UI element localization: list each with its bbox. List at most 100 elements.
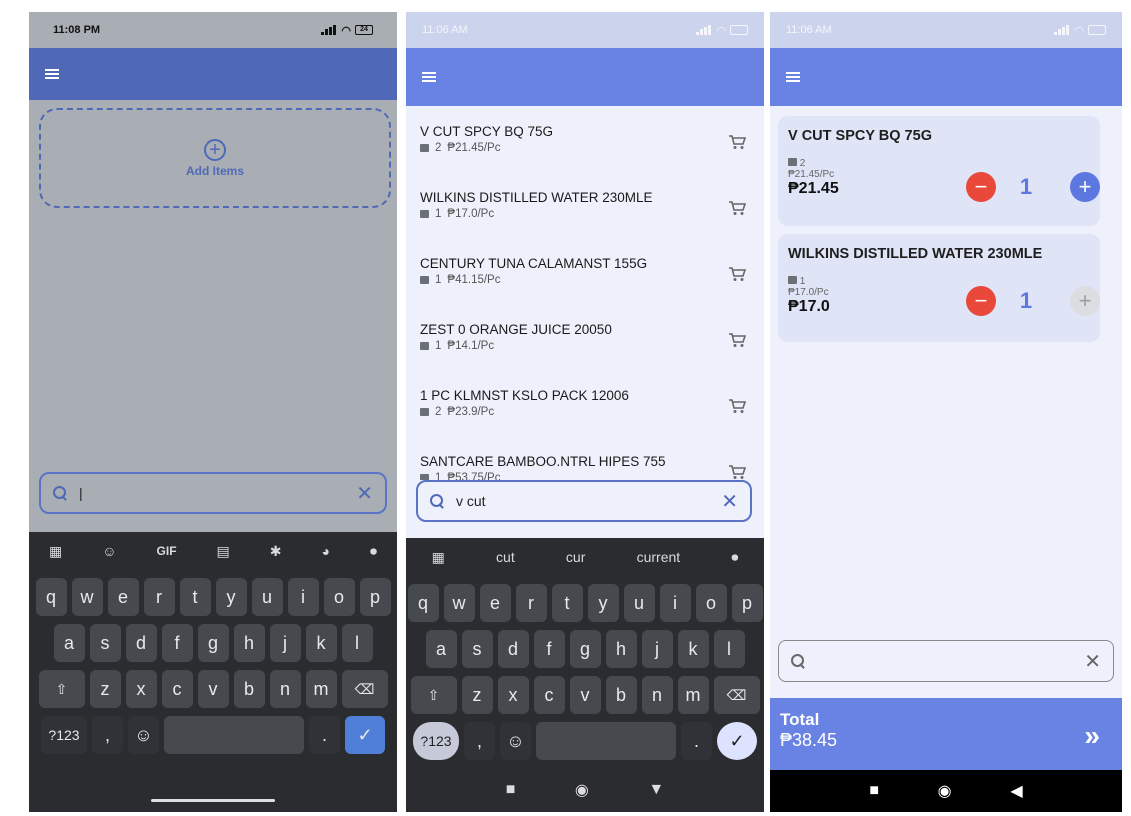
shift-key[interactable]: ⇧	[410, 676, 457, 714]
key[interactable]: k	[305, 624, 337, 662]
key[interactable]: g	[197, 624, 229, 662]
key[interactable]: m	[305, 670, 337, 708]
key[interactable]: f	[161, 624, 193, 662]
key[interactable]: z	[461, 676, 493, 714]
key[interactable]: a	[425, 630, 457, 668]
suggestion[interactable]: cur	[566, 549, 585, 565]
apps-icon[interactable]: ▦	[49, 543, 62, 560]
key[interactable]: j	[269, 624, 301, 662]
backspace-key[interactable]: ⌫	[341, 670, 388, 708]
key[interactable]: b	[605, 676, 637, 714]
backspace-key[interactable]: ⌫	[713, 676, 760, 714]
clipboard-icon[interactable]: ▤	[217, 543, 230, 560]
list-item[interactable]: WILKINS DISTILLED WATER 230MLE 1 ₱17.0/Pc	[406, 176, 764, 242]
increment-button[interactable]: +	[1070, 172, 1100, 202]
key[interactable]: b	[233, 670, 265, 708]
key[interactable]: f	[533, 630, 565, 668]
key[interactable]: p	[731, 584, 763, 622]
comma-key[interactable]: ,	[92, 716, 123, 754]
key[interactable]: l	[341, 624, 373, 662]
cart-icon[interactable]	[728, 134, 746, 150]
search-input[interactable]: |	[79, 485, 356, 501]
add-items-button[interactable]: + Add Items	[39, 108, 391, 208]
enter-key[interactable]: ✓	[345, 716, 385, 754]
clear-icon[interactable]: ✕	[356, 481, 373, 506]
recents-icon[interactable]: ■	[506, 781, 516, 799]
menu-icon[interactable]	[422, 71, 436, 83]
sticker-icon[interactable]: ☺	[102, 543, 116, 559]
key[interactable]: x	[497, 676, 529, 714]
gif-button[interactable]: GIF	[157, 544, 177, 558]
key[interactable]: s	[461, 630, 493, 668]
symbols-key[interactable]: ?123	[41, 716, 87, 754]
key[interactable]: x	[125, 670, 157, 708]
list-item[interactable]: 1 PC KLMNST KSLO PACK 12006 2 ₱23.9/Pc	[406, 374, 764, 440]
gesture-bar[interactable]	[151, 799, 275, 802]
key[interactable]: r	[515, 584, 547, 622]
comma-key[interactable]: ,	[464, 722, 495, 760]
suggestion[interactable]: current	[637, 549, 681, 565]
key[interactable]: q	[35, 578, 67, 616]
settings-icon[interactable]: ✱	[270, 543, 282, 560]
space-key[interactable]	[164, 716, 304, 754]
suggestion[interactable]: cut	[496, 549, 515, 565]
key[interactable]: w	[443, 584, 475, 622]
key[interactable]: r	[143, 578, 175, 616]
key[interactable]: y	[215, 578, 247, 616]
period-key[interactable]: .	[681, 722, 712, 760]
apps-icon[interactable]: ▦	[432, 549, 445, 566]
cart-icon[interactable]	[728, 200, 746, 216]
key[interactable]: h	[605, 630, 637, 668]
key[interactable]: p	[359, 578, 391, 616]
key[interactable]: c	[161, 670, 193, 708]
key[interactable]: d	[125, 624, 157, 662]
menu-icon[interactable]	[786, 71, 800, 83]
key[interactable]: u	[251, 578, 283, 616]
key[interactable]: h	[233, 624, 265, 662]
key[interactable]: v	[197, 670, 229, 708]
key[interactable]: j	[641, 630, 673, 668]
decrement-button[interactable]: −	[966, 286, 996, 316]
decrement-button[interactable]: −	[966, 172, 996, 202]
key[interactable]: l	[713, 630, 745, 668]
period-key[interactable]: .	[309, 716, 340, 754]
cart-icon[interactable]	[728, 464, 746, 480]
home-icon[interactable]: ◉	[575, 780, 589, 800]
key[interactable]: o	[323, 578, 355, 616]
list-item[interactable]: V CUT SPCY BQ 75G 2 ₱21.45/Pc	[406, 110, 764, 176]
home-icon[interactable]: ◉	[938, 781, 952, 801]
key[interactable]: z	[89, 670, 121, 708]
emoji-key[interactable]: ☺	[500, 722, 531, 760]
search-bar[interactable]: | ✕	[39, 472, 387, 514]
key[interactable]: t	[179, 578, 211, 616]
increment-button[interactable]: +	[1070, 286, 1100, 316]
symbols-key[interactable]: ?123	[413, 722, 459, 760]
checkout-chevron-icon[interactable]: »	[1084, 720, 1100, 752]
key[interactable]: a	[53, 624, 85, 662]
cart-icon[interactable]	[728, 266, 746, 282]
list-item[interactable]: ZEST 0 ORANGE JUICE 20050 1 ₱14.1/Pc	[406, 308, 764, 374]
key[interactable]: c	[533, 676, 565, 714]
palette-icon[interactable]: ◕	[322, 543, 330, 559]
key[interactable]: s	[89, 624, 121, 662]
clear-icon[interactable]: ✕	[721, 489, 738, 514]
key[interactable]: t	[551, 584, 583, 622]
key[interactable]: y	[587, 584, 619, 622]
key[interactable]: i	[659, 584, 691, 622]
mic-icon[interactable]: ⏺	[370, 543, 377, 560]
search-input[interactable]: v cut	[456, 493, 721, 509]
enter-key[interactable]: ✓	[717, 722, 757, 760]
emoji-key[interactable]: ☺	[128, 716, 159, 754]
key[interactable]: n	[641, 676, 673, 714]
search-bar[interactable]: v cut ✕	[416, 480, 752, 522]
list-item[interactable]: SANTCARE BAMBOO.NTRL HIPES 755 1 ₱53.75/P…	[406, 440, 764, 480]
key[interactable]: e	[107, 578, 139, 616]
space-key[interactable]	[536, 722, 676, 760]
key[interactable]: d	[497, 630, 529, 668]
key[interactable]: v	[569, 676, 601, 714]
key[interactable]: u	[623, 584, 655, 622]
search-bar[interactable]: ✕	[778, 640, 1114, 682]
cart-icon[interactable]	[728, 332, 746, 348]
back-icon[interactable]: ▼	[648, 781, 664, 799]
key[interactable]: o	[695, 584, 727, 622]
